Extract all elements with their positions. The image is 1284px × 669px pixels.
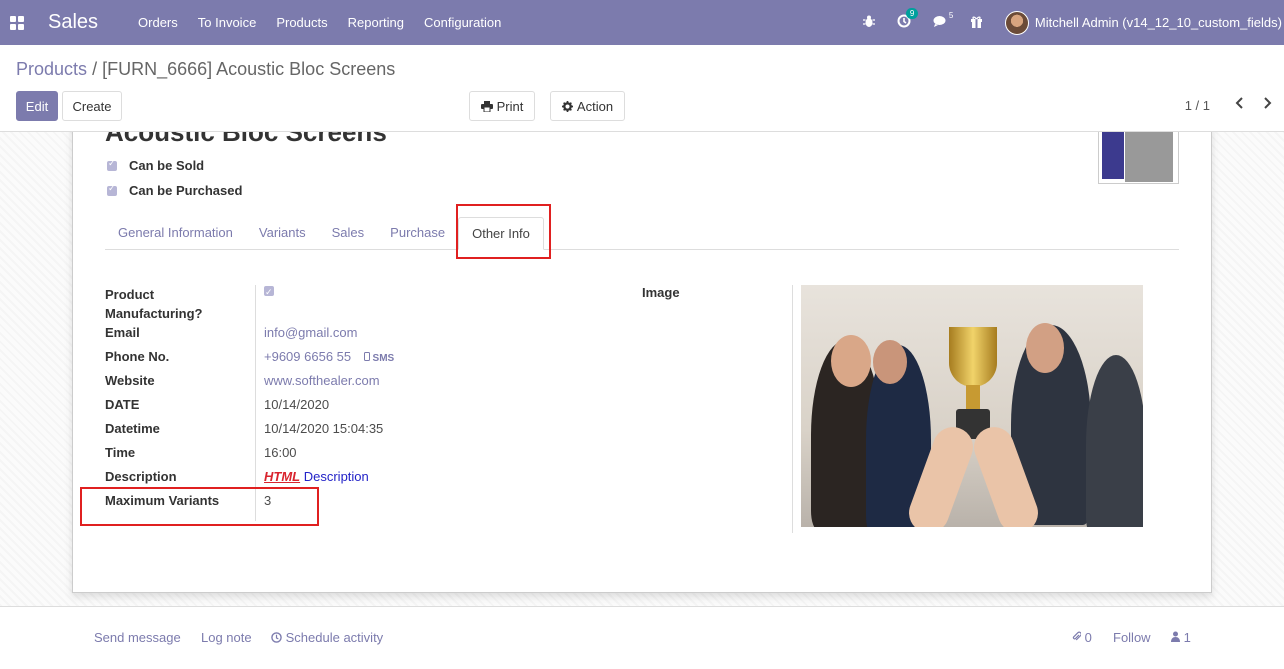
field-label-email: Email xyxy=(105,325,140,340)
follow-button[interactable]: Follow xyxy=(1113,630,1151,645)
trophy-cup xyxy=(949,327,997,387)
chatter: Send message Log note Schedule activity … xyxy=(0,606,1284,669)
email-value[interactable]: info@gmail.com xyxy=(264,323,357,342)
tab-variants[interactable]: Variants xyxy=(246,217,319,249)
followers-count: 1 xyxy=(1183,630,1191,645)
image-divider xyxy=(792,285,793,533)
sms-button[interactable]: SMS xyxy=(363,352,395,364)
field-label-description: Description xyxy=(105,469,177,484)
photo-person xyxy=(1086,355,1143,527)
description-value: HTML Description xyxy=(264,467,369,486)
control-panel: Products / [FURN_6666] Acoustic Bloc Scr… xyxy=(0,45,1284,132)
menu-orders[interactable]: Orders xyxy=(128,15,188,30)
field-label-time: Time xyxy=(105,445,136,460)
field-label-datetime: Datetime xyxy=(105,421,160,436)
can-be-sold-label: Can be Sold xyxy=(129,158,205,173)
systray: 9 5 Mitchell Admin (v14_12_10_custom_fie… xyxy=(862,0,1284,45)
mobile-phone-icon xyxy=(363,352,370,361)
menu-configuration[interactable]: Configuration xyxy=(414,15,511,30)
gift-icon[interactable] xyxy=(970,15,983,31)
main-menu: Orders To Invoice Products Reporting Con… xyxy=(128,15,511,30)
photo-face xyxy=(873,340,907,384)
paperclip-icon xyxy=(1072,631,1082,641)
send-message-button[interactable]: Send message xyxy=(94,630,181,645)
print-icon xyxy=(480,100,493,112)
description-html-text: HTML xyxy=(264,469,301,484)
breadcrumb-separator: / xyxy=(92,59,98,79)
activity-badge: 9 xyxy=(905,8,919,19)
photo-face xyxy=(831,335,871,387)
field-label-website: Website xyxy=(105,373,155,388)
tab-purchase[interactable]: Purchase xyxy=(377,217,458,249)
thumbnail-screen-panel xyxy=(1125,132,1173,182)
website-value[interactable]: www.softhealer.com xyxy=(264,371,380,390)
debug-bug-icon[interactable] xyxy=(862,15,875,31)
field-label-image: Image xyxy=(642,285,680,300)
clock-icon xyxy=(271,632,282,643)
can-be-purchased-label: Can be Purchased xyxy=(129,183,243,198)
can-be-purchased-checkbox[interactable] xyxy=(107,183,117,196)
phone-value[interactable]: +9609 6656 55 xyxy=(264,349,351,364)
top-navbar: Sales Orders To Invoice Products Reporti… xyxy=(0,0,1284,45)
highlight-box-other-info xyxy=(456,204,551,259)
date-value: 10/14/2020 xyxy=(264,397,330,412)
trophy-stem xyxy=(966,385,980,411)
gear-icon xyxy=(561,100,573,112)
user-icon xyxy=(1171,631,1180,642)
product-title: Acoustic Bloc Screens xyxy=(105,132,387,147)
notebook-tabs: General Information Variants Sales Purch… xyxy=(105,217,1179,250)
highlight-box-max-variants xyxy=(80,487,319,526)
create-button[interactable]: Create xyxy=(62,91,122,121)
field-label-phone: Phone No. xyxy=(105,349,170,364)
activity-clock-icon[interactable]: 9 xyxy=(897,8,919,31)
messages-badge: 5 xyxy=(948,10,954,20)
pager-next-icon[interactable] xyxy=(1263,96,1272,114)
photo-face xyxy=(1026,323,1064,373)
user-avatar[interactable] xyxy=(1004,10,1029,35)
description-text: Description xyxy=(303,469,369,484)
menu-reporting[interactable]: Reporting xyxy=(338,15,414,30)
can-be-purchased-row: Can be Purchased xyxy=(107,183,242,198)
action-button[interactable]: Action xyxy=(550,91,625,121)
attachments-count: 0 xyxy=(1084,630,1092,645)
user-menu[interactable]: Mitchell Admin (v14_12_10_custom_fields) xyxy=(1035,15,1282,30)
time-value: 16:00 xyxy=(264,445,297,460)
breadcrumb-products-link[interactable]: Products xyxy=(16,59,87,79)
apps-menu-icon[interactable] xyxy=(10,15,24,30)
can-be-sold-checkbox[interactable] xyxy=(107,158,117,171)
phone-field: +9609 6656 55 SMS xyxy=(264,347,394,368)
datetime-value: 10/14/2020 15:04:35 xyxy=(264,421,384,436)
manufacturing-checkbox[interactable] xyxy=(264,283,274,302)
menu-to-invoice[interactable]: To Invoice xyxy=(188,15,267,30)
pager-value[interactable]: 1 / 1 xyxy=(1185,98,1210,113)
breadcrumb-current: [FURN_6666] Acoustic Bloc Screens xyxy=(102,59,396,79)
edit-button[interactable]: Edit xyxy=(16,91,58,121)
log-note-button[interactable]: Log note xyxy=(201,630,252,645)
attachments-button[interactable]: 0 xyxy=(1072,630,1092,645)
label-value-divider xyxy=(255,285,256,521)
thumbnail-screen-panel xyxy=(1102,132,1124,179)
trophy-image[interactable] xyxy=(801,285,1143,527)
print-button[interactable]: Print xyxy=(469,91,535,121)
print-label: Print xyxy=(496,98,524,114)
tab-general-information[interactable]: General Information xyxy=(105,217,246,249)
pager-previous-icon[interactable] xyxy=(1235,96,1244,114)
breadcrumb: Products / [FURN_6666] Acoustic Bloc Scr… xyxy=(16,59,395,80)
product-thumbnail[interactable] xyxy=(1098,132,1179,184)
can-be-sold-row: Can be Sold xyxy=(107,158,204,173)
menu-products[interactable]: Products xyxy=(266,15,337,30)
form-content-area: Acoustic Bloc Screens Can be Sold Can be… xyxy=(0,132,1284,606)
action-label: Action xyxy=(576,98,614,114)
tab-sales[interactable]: Sales xyxy=(319,217,378,249)
messages-icon[interactable]: 5 xyxy=(933,11,953,31)
field-label-date: DATE xyxy=(105,397,140,412)
followers-button[interactable]: 1 xyxy=(1171,630,1191,645)
sms-label: SMS xyxy=(372,353,395,364)
app-name[interactable]: Sales xyxy=(48,11,98,34)
schedule-activity-label: Schedule activity xyxy=(285,630,384,645)
field-label-manufacturing: Product Manufacturing? xyxy=(105,287,203,321)
schedule-activity-button[interactable]: Schedule activity xyxy=(271,630,383,645)
